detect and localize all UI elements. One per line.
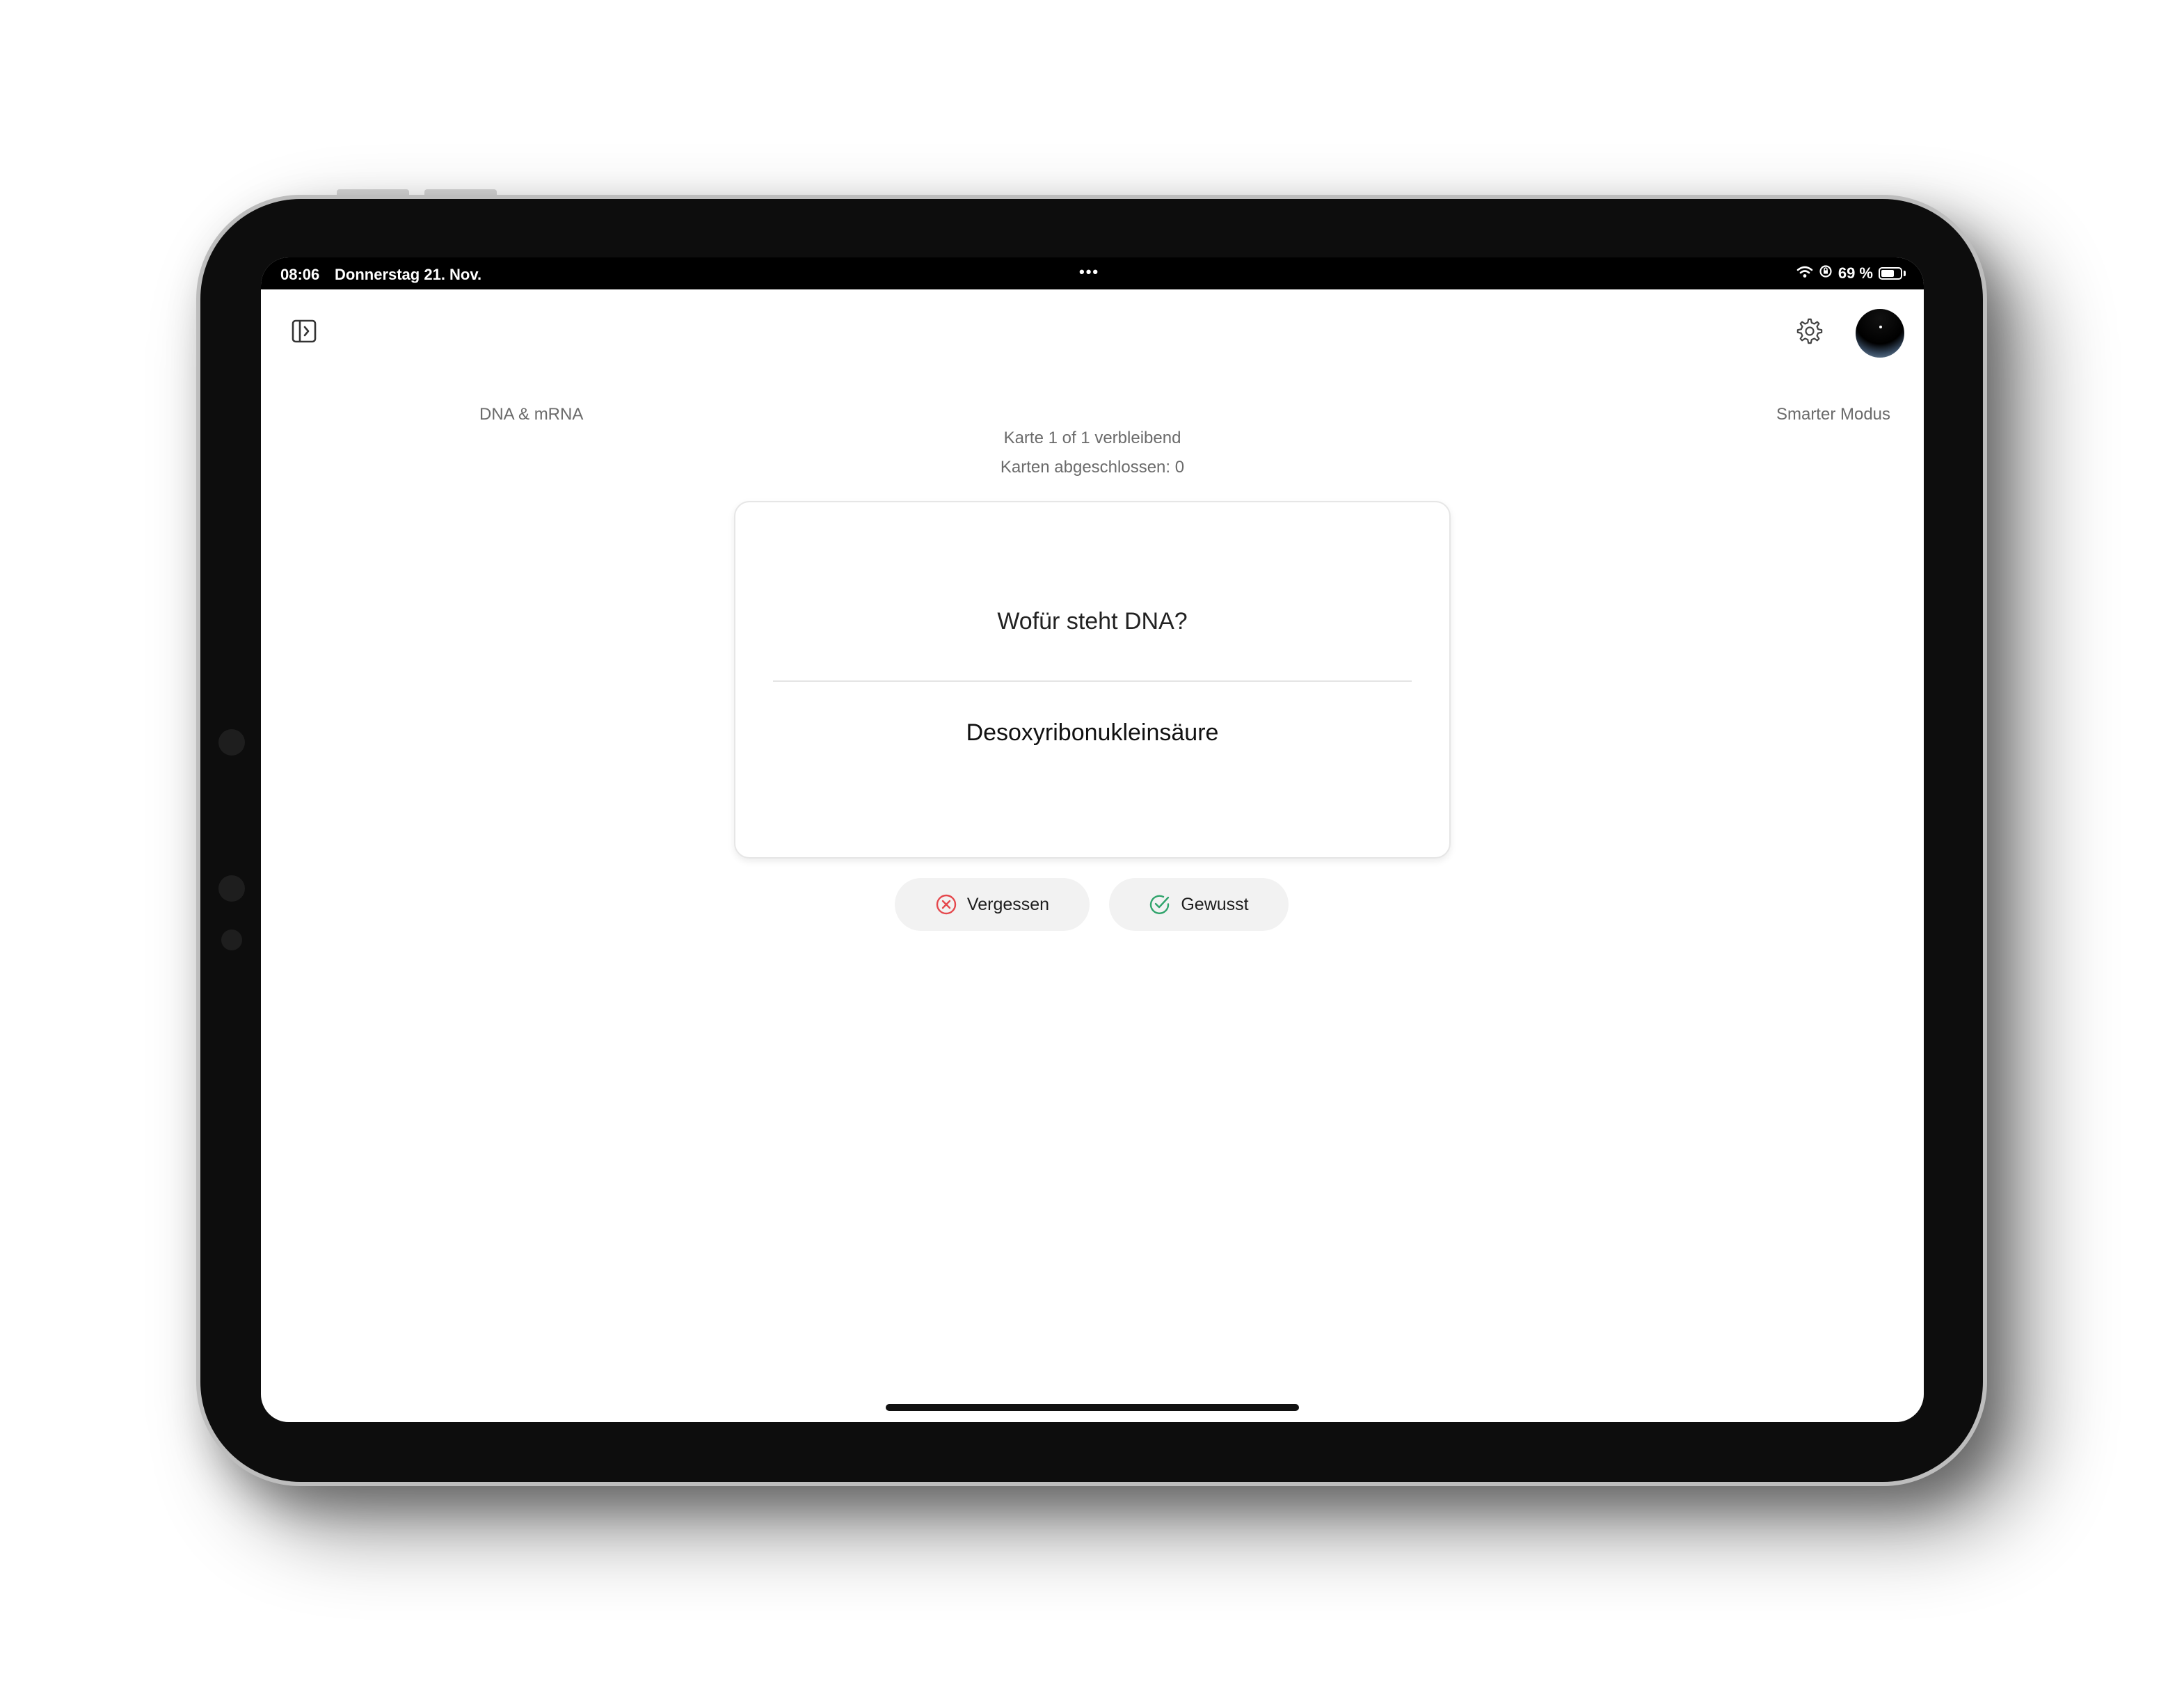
sidebar-toggle-button[interactable] bbox=[289, 316, 319, 346]
completed-count: Karten abgeschlossen: 0 bbox=[1000, 458, 1185, 477]
flashcard[interactable]: Wofür steht DNA? Desoxyribonukleinsäure bbox=[734, 501, 1451, 859]
battery-level bbox=[1881, 270, 1894, 277]
known-button[interactable]: Gewusst bbox=[1109, 878, 1289, 931]
side-sensor bbox=[218, 875, 245, 902]
forget-button[interactable]: Vergessen bbox=[895, 878, 1090, 931]
stage: 08:06 Donnerstag 21. Nov. ••• 69 % DNA &… bbox=[0, 0, 2184, 1683]
progress-text: Karte 1 of 1 verbleibend bbox=[1003, 429, 1181, 447]
orientation-lock-icon bbox=[1819, 264, 1833, 282]
gear-icon bbox=[1796, 318, 1823, 344]
status-bar: 08:06 Donnerstag 21. Nov. ••• 69 % bbox=[261, 257, 1924, 289]
app-screen: 08:06 Donnerstag 21. Nov. ••• 69 % DNA &… bbox=[261, 257, 1924, 1422]
battery-tip bbox=[1904, 271, 1906, 276]
deck-name: DNA & mRNA bbox=[479, 405, 584, 424]
known-label: Gewusst bbox=[1181, 894, 1249, 914]
x-circle-icon bbox=[936, 894, 957, 915]
home-indicator[interactable] bbox=[886, 1404, 1299, 1411]
status-indicators: 69 % bbox=[1796, 264, 1906, 282]
user-avatar[interactable] bbox=[1856, 309, 1904, 358]
multitasking-dots[interactable]: ••• bbox=[1079, 263, 1099, 281]
card-question: Wofür steht DNA? bbox=[997, 608, 1188, 635]
check-circle-icon bbox=[1150, 895, 1170, 914]
side-sensor bbox=[221, 930, 242, 950]
card-divider bbox=[773, 680, 1412, 682]
sidebar-toggle-icon bbox=[292, 319, 317, 343]
battery-icon bbox=[1879, 267, 1902, 280]
status-time: 08:06 bbox=[280, 266, 320, 283]
forget-label: Vergessen bbox=[966, 894, 1050, 914]
settings-button[interactable] bbox=[1794, 316, 1825, 346]
wifi-icon bbox=[1796, 264, 1813, 282]
side-sensor bbox=[218, 729, 245, 756]
study-mode-label: Smarter Modus bbox=[1776, 405, 1891, 424]
card-answer: Desoxyribonukleinsäure bbox=[966, 719, 1219, 746]
status-date: Donnerstag 21. Nov. bbox=[335, 266, 482, 283]
battery-percent: 69 % bbox=[1838, 264, 1873, 282]
